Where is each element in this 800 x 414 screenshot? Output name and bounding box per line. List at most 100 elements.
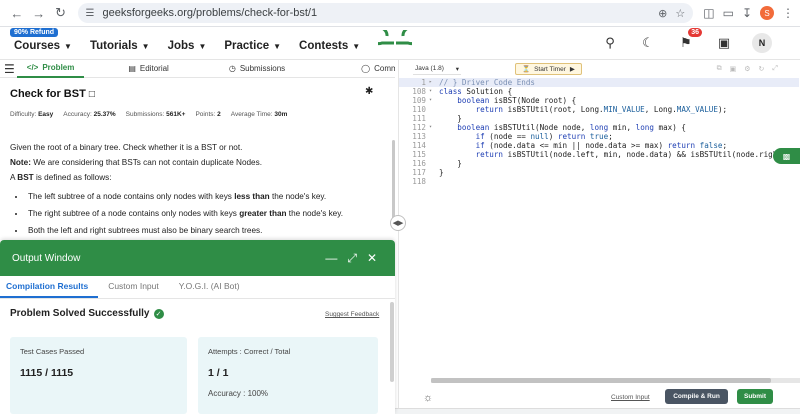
refund-badge[interactable]: 90% Refund [10,28,59,37]
chevron-down-icon: ▾ [455,65,459,73]
start-timer-button[interactable]: ⏳ Start Timer ▶ [515,63,582,75]
chevron-down-icon: ▼ [64,41,72,51]
compile-run-button[interactable]: Compile & Run [665,389,728,404]
browser-toolbar: ← → ↻ ☰ geeksforgeeks.org/problems/check… [0,0,800,27]
check-circle-icon: ✓ [153,308,164,319]
code-horizontal-scrollbar[interactable] [431,378,800,383]
chat-icon[interactable]: ▩ [773,148,800,164]
description-text: Given the root of a binary tree. Check w… [10,143,243,152]
comment-icon: ◯ [361,64,371,73]
accuracy-value: 25.37% [93,111,116,118]
output-tabs: Compilation Results Custom Input Y.O.G.I… [0,276,395,299]
code-icon: </> [26,63,39,72]
search-icon[interactable]: ⚲ [600,33,620,53]
fullscreen-icon[interactable]: ⤢ [772,65,778,73]
list-item: The left subtree of a node contains only… [26,189,390,204]
code-line: 111 } [412,114,462,123]
settings-icon[interactable]: ⚙ [744,65,750,73]
problem-scrollbar[interactable] [392,140,395,222]
submit-button[interactable]: Submit [737,389,773,404]
problem-meta: Difficulty: Easy Accuracy: 25.37% Submis… [10,111,288,118]
tab-comments[interactable]: ◯Comments [351,60,395,78]
profile-icon[interactable]: S [760,6,774,20]
tab-editorial[interactable]: ▤ Editorial [118,60,178,78]
sidepanel-icon[interactable]: ▭ [723,6,734,20]
bookmark-star-icon[interactable]: ☆ [675,7,685,20]
custom-input-link[interactable]: Custom Input [611,394,650,401]
bookmark-icon[interactable]: □ [89,89,95,100]
sun-theme-icon[interactable]: ☼ [423,392,433,404]
language-select[interactable]: Java (1.8) ▾ [413,63,461,75]
tab-compilation-results[interactable]: Compilation Results [0,281,99,298]
list-item: The right subtree of a node contains onl… [26,206,390,221]
suggest-feedback-link[interactable]: Suggest Feedback [325,311,379,318]
tab-problem[interactable]: </> Problem [16,60,85,78]
bst-rules-list: The left subtree of a node contains only… [26,189,390,238]
code-line: 109 ▾ boolean isBST(Node root) { [412,96,577,105]
translate-icon[interactable]: ▣ [714,33,734,53]
nav-courses[interactable]: Courses ▼ [14,40,72,52]
tab-submissions[interactable]: ◷ Submissions [219,60,295,78]
chevron-down-icon: ▼ [352,41,361,51]
output-window: Output Window — ⤢ ✕ Compilation Results … [0,240,395,414]
output-scrollbar[interactable] [390,302,394,382]
code-line: 117} [412,168,444,177]
bug-report-icon[interactable]: ✱ [365,86,373,97]
scrollbar-thumb[interactable] [431,378,771,383]
nav-tutorials[interactable]: Tutorials ▼ [90,40,150,52]
nav-jobs[interactable]: Jobs ▼ [168,40,207,52]
reset-icon[interactable]: ↻ [759,65,765,73]
editor-panel: Java (1.8) ▾ ⏳ Start Timer ▶ ⧉ ▣ ⚙ ↻ ⤢ 1 ▸//… [398,60,800,414]
test-cases-card: Test Cases Passed 1115 / 1115 [10,337,187,414]
attempts-value: 1 / 1 [208,367,229,379]
editorial-icon: ▤ [128,64,136,73]
code-line: 116 } [412,159,462,168]
paste-icon[interactable]: ▣ [730,65,737,73]
code-line: 118 [412,177,426,186]
code-line: 110 return isBSTUtil(root, Long.MIN_VALU… [412,105,728,114]
dark-mode-icon[interactable]: ☾ [638,33,658,53]
code-line: 112 ▾ boolean isBSTUtil(Node node, long m… [412,123,686,132]
problem-description: Given the root of a binary tree. Check w… [10,140,390,240]
tab-yogi-ai-bot[interactable]: Y.O.G.I. (AI Bot) [169,281,250,298]
forward-icon[interactable]: → [28,2,50,24]
notification-bell-icon[interactable]: ⚑ 36 [676,28,702,53]
avatar[interactable]: N [752,33,772,53]
reload-icon[interactable]: ↻ [50,2,72,24]
extensions-icon[interactable]: ◫ [703,6,714,20]
submissions-value: 561K+ [166,111,186,118]
zoom-icon[interactable]: ⊕ [658,7,667,20]
gfg-logo-icon[interactable] [378,30,412,56]
chevron-down-icon: ▼ [273,41,282,51]
chevron-down-icon: ▼ [141,41,150,51]
output-window-header: Output Window — ⤢ ✕ [0,240,395,276]
minimize-icon[interactable]: — [325,251,337,266]
nav-practice[interactable]: Practice ▼ [224,40,281,52]
problem-tabs: ☰ </> Problem ▤ Editorial ◷ Submissions ◯ Co… [0,60,395,78]
tab-custom-input[interactable]: Custom Input [98,281,169,298]
panel-resize-handle-icon[interactable]: ◀▶ [390,215,406,231]
hamburger-menu-icon[interactable]: ☰ [4,63,15,75]
timer-icon: ⏳ [522,66,531,73]
attempts-card: Attempts : Correct / Total 1 / 1 Accurac… [198,337,378,414]
download-icon[interactable]: ↧ [742,6,752,20]
code-line: 1 ▸// } Driver Code Ends [399,78,799,87]
address-bar[interactable]: ☰ geeksforgeeks.org/problems/check-for-b… [77,3,694,23]
back-icon[interactable]: ← [6,2,28,24]
code-editor[interactable]: 1 ▸// } Driver Code Ends 108 ▾ class Soluti… [399,78,799,376]
main-nav: Courses ▼ Tutorials ▼ Jobs ▼ Practice ▼ Cont… [14,40,360,52]
menu-dots-icon[interactable]: ⋮ [782,6,794,20]
avg-time-value: 30m [274,111,288,118]
copy-icon[interactable]: ⧉ [717,65,722,73]
nav-contests[interactable]: Contests ▼ [299,40,360,52]
result-status: Problem Solved Successfully ✓ [10,308,164,319]
url-text: geeksforgeeks.org/problems/check-for-bst… [102,7,318,19]
difficulty-value: Easy [38,111,54,118]
play-icon: ▶ [569,66,575,73]
code-line: 108 ▾ class Solution { [412,87,513,96]
code-line: 113 if (node == null) return true; [412,132,613,141]
expand-icon[interactable]: ⤢ [347,251,357,266]
site-info-icon[interactable]: ☰ [86,8,95,19]
test-cases-value: 1115 / 1115 [20,367,74,379]
close-icon[interactable]: ✕ [367,251,377,266]
